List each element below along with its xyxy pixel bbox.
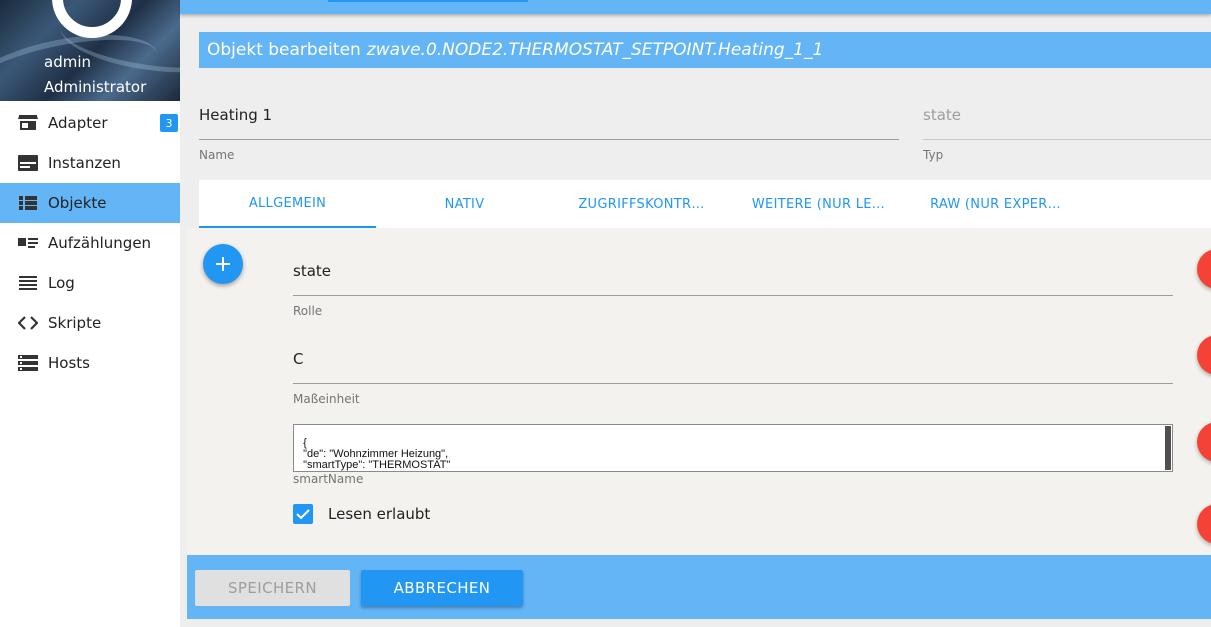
sidebar-item-label: Adapter bbox=[48, 114, 108, 132]
sidebar-item-skripte[interactable]: Skripte bbox=[0, 303, 180, 343]
user-role: Administrator bbox=[44, 78, 147, 96]
sidebar: admin Administrator Adapter 3 Instanzen … bbox=[0, 0, 180, 627]
tab-weitere[interactable]: WEITERE (NUR LE… bbox=[730, 180, 907, 228]
enum-icon bbox=[18, 233, 38, 253]
log-icon bbox=[18, 273, 38, 293]
instances-icon bbox=[18, 153, 38, 173]
dialog-title-prefix: Objekt bearbeiten bbox=[207, 40, 361, 60]
sidebar-item-label: Aufzählungen bbox=[48, 234, 152, 252]
type-label: Typ bbox=[923, 148, 944, 162]
tab-allgemein[interactable]: ALLGEMEIN bbox=[199, 180, 376, 228]
sidebar-item-instanzen[interactable]: Instanzen bbox=[0, 143, 180, 183]
app-toolbar bbox=[180, 0, 1211, 14]
name-field[interactable]: Heating 1 Name bbox=[199, 106, 899, 166]
type-underline bbox=[923, 139, 1211, 140]
code-icon bbox=[18, 313, 38, 333]
list-icon bbox=[18, 193, 38, 213]
sidebar-item-label: Log bbox=[48, 274, 75, 292]
type-value[interactable]: state bbox=[923, 106, 1211, 124]
hosts-icon bbox=[18, 353, 38, 373]
object-id: zwave.0.NODE2.THERMOSTAT_SETPOINT.Heatin… bbox=[366, 40, 824, 60]
sidebar-nav: Adapter 3 Instanzen Objekte Aufzählungen bbox=[0, 103, 180, 383]
update-count-badge: 3 bbox=[160, 114, 178, 132]
sidebar-item-label: Hosts bbox=[48, 354, 90, 372]
cancel-button[interactable]: ABBRECHEN bbox=[361, 570, 523, 606]
store-icon bbox=[18, 113, 38, 133]
toolbar-indicator bbox=[328, 0, 528, 2]
name-label: Name bbox=[199, 148, 235, 162]
plus-icon bbox=[216, 257, 230, 271]
unit-label: Maßeinheit bbox=[293, 392, 360, 406]
role-value[interactable]: state bbox=[293, 262, 1173, 280]
read-allowed-checkbox[interactable] bbox=[293, 504, 313, 524]
sidebar-item-label: Skripte bbox=[48, 314, 102, 332]
unit-field[interactable]: C Maßeinheit bbox=[293, 350, 1173, 410]
sidebar-item-adapter[interactable]: Adapter 3 bbox=[0, 103, 180, 143]
smartname-value: { "de": "Wohnzimmer Heizung", "smartType… bbox=[297, 437, 451, 472]
unit-underline bbox=[293, 383, 1173, 384]
role-underline bbox=[293, 295, 1173, 296]
type-field[interactable]: state Typ bbox=[923, 106, 1211, 166]
sidebar-item-objekte[interactable]: Objekte bbox=[0, 183, 180, 223]
sidebar-item-log[interactable]: Log bbox=[0, 263, 180, 303]
user-card: admin Administrator bbox=[0, 0, 180, 101]
add-attribute-button[interactable] bbox=[203, 244, 243, 284]
name-underline bbox=[199, 139, 899, 140]
user-name: admin bbox=[44, 53, 91, 71]
role-label: Rolle bbox=[293, 304, 323, 318]
dialog-title: Objekt bearbeiten zwave.0.NODE2.THERMOST… bbox=[199, 32, 1211, 68]
sidebar-item-label: Instanzen bbox=[48, 154, 121, 172]
role-field[interactable]: state Rolle bbox=[293, 262, 1173, 322]
checkmark-icon bbox=[296, 509, 310, 520]
tab-bar: ALLGEMEIN NATIV ZUGRIFFSKONTR… WEITERE (… bbox=[199, 180, 1211, 228]
sidebar-item-hosts[interactable]: Hosts bbox=[0, 343, 180, 383]
tab-zugriffskontrolle[interactable]: ZUGRIFFSKONTR… bbox=[553, 180, 730, 228]
tab-nativ[interactable]: NATIV bbox=[376, 180, 553, 228]
name-value[interactable]: Heating 1 bbox=[199, 106, 899, 124]
smartname-textarea[interactable]: { "de": "Wohnzimmer Heizung", "smartType… bbox=[293, 424, 1173, 472]
sidebar-item-label: Objekte bbox=[48, 194, 107, 212]
read-allowed-label: Lesen erlaubt bbox=[328, 505, 431, 523]
tab-raw[interactable]: RAW (NUR EXPER… bbox=[907, 180, 1084, 228]
sidebar-item-aufzaehlungen[interactable]: Aufzählungen bbox=[0, 223, 180, 263]
textarea-scrollbar[interactable] bbox=[1165, 426, 1171, 470]
smartname-label: smartName bbox=[293, 472, 364, 486]
unit-value[interactable]: C bbox=[293, 350, 1173, 368]
save-button[interactable]: SPEICHERN bbox=[195, 570, 350, 606]
